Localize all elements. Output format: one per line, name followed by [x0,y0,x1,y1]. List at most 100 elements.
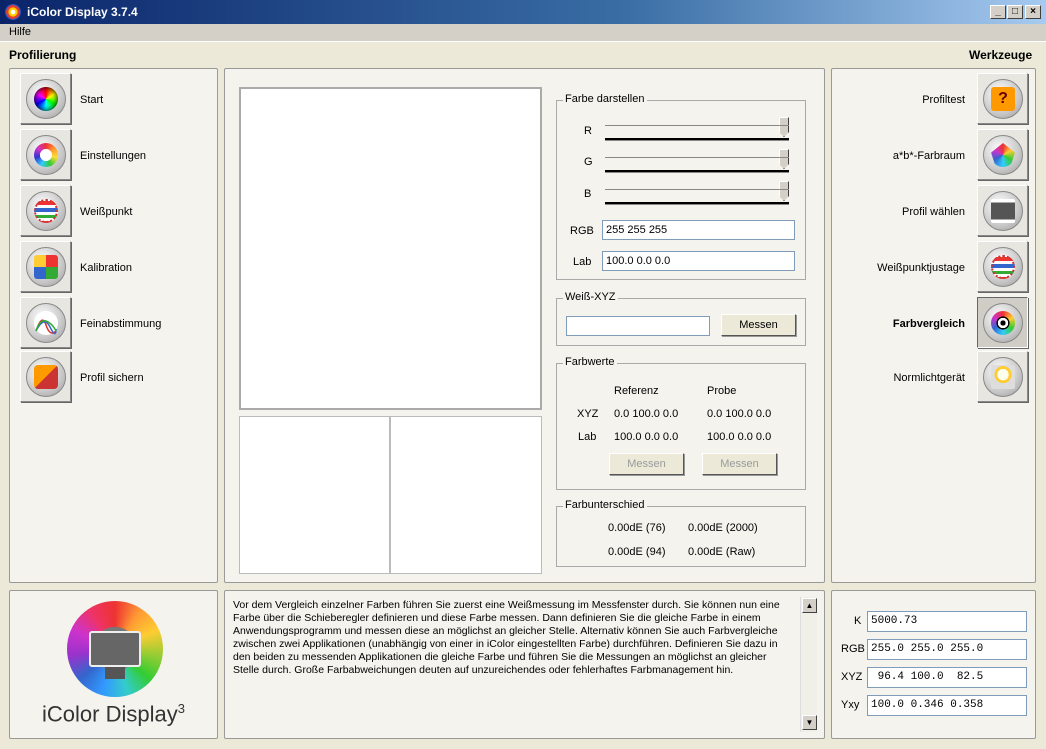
reference-swatch [239,416,390,574]
slider-r-thumb[interactable] [779,117,789,137]
sample-column-header: Probe [707,385,737,397]
save-profile-label: Profil sichern [80,372,144,384]
white-point-adjust-button[interactable] [977,241,1028,292]
logo-text: iColor Display [42,701,178,727]
settings-button[interactable] [20,129,71,180]
rgb-readout-label: RGB [841,643,865,655]
slider-r-track [605,138,789,141]
color-values-group: Farbwerte Referenz Probe XYZ 0.0 100.0 0… [556,356,806,490]
logo-wordmark: iColor Display3 [42,701,185,727]
measure-white-button[interactable]: Messen [721,314,796,336]
white-xyz-title: Weiß-XYZ [563,291,618,303]
title-bar[interactable]: iColor Display 3.7.4 _ □ × [0,0,1046,24]
delta-e-2000: 0.00dE (2000) [688,522,758,534]
settings-dial-icon [34,143,58,167]
light-bulb-icon [991,365,1015,389]
select-profile-icon [991,199,1015,223]
tools-panel: Profiltest ? a*b*-Farbraum Profil wählen… [831,68,1036,583]
yxy-readout-label: Yxy [841,699,860,711]
slider-g-label: G [584,156,593,168]
calibration-grid-icon [34,255,58,279]
slider-b-ticks [605,189,789,190]
measure-reference-button[interactable]: Messen [609,453,684,475]
yxy-readout-value: 100.0 0.346 0.358 [867,695,1027,716]
white-point-button[interactable] [20,185,71,236]
slider-g-track [605,170,789,173]
standard-light-label: Normlichtgerät [893,372,965,384]
delta-e-raw: 0.00dE (Raw) [688,546,756,558]
reference-column-header: Referenz [614,385,659,397]
lab-input[interactable]: 100.0 0.0 0.0 [602,251,795,271]
white-point-adjust-label: Weißpunktjustage [877,262,965,274]
profiling-heading: Profilierung [9,48,77,62]
gamut-icon [991,143,1015,167]
select-profile-label: Profil wählen [902,206,965,218]
delta-e-94: 0.00dE (94) [608,546,666,558]
white-xyz-input[interactable] [566,316,710,336]
calibration-button[interactable] [20,241,71,292]
readouts-panel: K 5000.73 RGB 255.0 255.0 255.0 XYZ 96.4… [831,590,1036,739]
lab-label: Lab [573,256,592,268]
slider-g-thumb[interactable] [779,149,789,169]
lab-reference-value: 100.0 0.0 0.0 [614,431,679,443]
profiling-panel: Start Einstellungen Weißpunkt Kalibratio… [9,68,218,583]
scroll-up-icon[interactable]: ▲ [802,598,817,613]
color-preview-swatch [239,87,542,410]
white-point-label: Weißpunkt [80,206,133,218]
display-color-title: Farbe darstellen [563,93,647,105]
help-text: Vor dem Vergleich einzelner Farben führe… [233,599,780,676]
comparison-panel: Farbe darstellen R G B RGB 255 255 255 L… [224,68,825,583]
select-profile-button[interactable] [977,185,1028,236]
rgb-input[interactable]: 255 255 255 [602,220,795,240]
window-title: iColor Display 3.7.4 [27,5,138,19]
help-scrollbar[interactable]: ▲ ▼ [800,597,817,732]
lab-sample-value: 100.0 0.0 0.0 [707,431,772,443]
xyz-sample-value: 0.0 100.0 0.0 [707,408,772,420]
save-profile-icon [34,365,58,389]
ab-gamut-label: a*b*-Farbraum [892,150,965,162]
calibration-label: Kalibration [80,262,132,274]
color-difference-title: Farbunterschied [563,499,647,511]
slider-r-ticks [605,125,789,126]
minimize-button[interactable]: _ [990,5,1006,19]
delta-e-76: 0.00dE (76) [608,522,666,534]
scroll-down-icon[interactable]: ▼ [802,715,817,730]
xyz-reference-value: 0.0 100.0 0.0 [614,408,679,420]
close-button[interactable]: × [1025,5,1041,19]
slider-r-label: R [584,125,592,137]
color-compare-button[interactable] [977,297,1028,348]
menu-help[interactable]: Hilfe [9,26,31,38]
start-button[interactable] [20,73,71,124]
target-icon [991,311,1015,335]
display-color-group: Farbe darstellen R G B RGB 255 255 255 L… [556,93,806,280]
fine-tuning-label: Feinabstimmung [80,318,162,330]
profile-test-button[interactable]: ? [977,73,1028,124]
logo-superscript: 3 [177,701,185,716]
white-point-icon [34,199,58,223]
white-point-adjust-icon [991,255,1015,279]
menu-bar: Hilfe [0,24,1046,42]
save-profile-button[interactable] [20,351,71,402]
question-icon: ? [991,87,1015,111]
white-xyz-group: Weiß-XYZ Messen [556,291,806,346]
color-difference-group: Farbunterschied 0.00dE (76) 0.00dE (2000… [556,499,806,567]
slider-b-label: B [584,188,592,200]
xyz-readout-label: XYZ [841,671,863,683]
curves-icon [34,311,58,335]
help-panel: Vor dem Vergleich einzelner Farben führe… [224,590,825,739]
slider-g-ticks [605,157,789,158]
sample-swatch [390,416,542,574]
color-wheel-icon [34,87,58,111]
ab-gamut-button[interactable] [977,129,1028,180]
slider-b-thumb[interactable] [779,181,789,201]
slider-b-track [605,202,789,205]
fine-tuning-button[interactable] [20,297,71,348]
app-icon [5,4,21,20]
measure-sample-button[interactable]: Messen [702,453,777,475]
standard-light-button[interactable] [977,351,1028,402]
xyz-row-label: XYZ [577,408,599,420]
maximize-button[interactable]: □ [1007,5,1023,19]
color-compare-label: Farbvergleich [892,318,965,330]
kelvin-value: 5000.73 [867,611,1027,632]
color-values-title: Farbwerte [563,356,617,368]
